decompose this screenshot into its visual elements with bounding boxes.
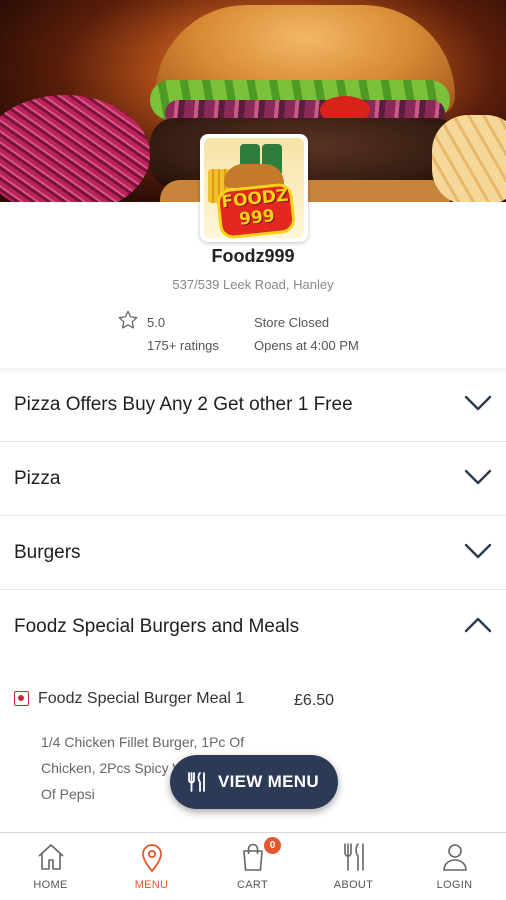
category-list: Pizza Offers Buy Any 2 Get other 1 Free … xyxy=(0,368,506,670)
nav-menu-label: MENU xyxy=(134,879,169,891)
category-label: Pizza xyxy=(14,468,61,489)
nav-home[interactable]: HOME xyxy=(0,833,101,900)
nav-cart-label: CART xyxy=(237,879,268,891)
nav-login-label: LOGIN xyxy=(436,879,473,891)
chevron-down-icon xyxy=(464,469,492,485)
cart-count-badge: 0 xyxy=(264,837,281,854)
non-veg-marker-icon xyxy=(14,691,29,706)
nav-home-label: HOME xyxy=(33,879,68,891)
nav-about-label: ABOUT xyxy=(333,879,374,891)
category-foodz-special[interactable]: Foodz Special Burgers and Meals xyxy=(0,590,506,670)
chevron-down-icon xyxy=(464,543,492,559)
store-status: Store Closed xyxy=(254,315,330,330)
chevron-up-icon xyxy=(464,617,492,633)
category-label: Burgers xyxy=(14,542,81,563)
chevron-down-icon xyxy=(464,395,492,411)
category-burgers[interactable]: Burgers xyxy=(0,516,506,590)
menu-item-price: £6.50 xyxy=(294,692,335,709)
cutlery-icon xyxy=(188,772,205,792)
location-pin-icon xyxy=(142,844,162,873)
category-label: Pizza Offers Buy Any 2 Get other 1 Free xyxy=(14,394,353,415)
category-pizza-offers[interactable]: Pizza Offers Buy Any 2 Get other 1 Free xyxy=(0,368,506,442)
nav-about[interactable]: ABOUT xyxy=(303,833,404,900)
rating-value: 5.0 xyxy=(147,315,166,330)
category-pizza[interactable]: Pizza xyxy=(0,442,506,516)
category-label: Foodz Special Burgers and Meals xyxy=(14,616,300,637)
view-menu-label: VIEW MENU xyxy=(218,772,319,791)
store-address: 537/539 Leek Road, Hanley xyxy=(172,277,334,292)
store-logo: FOODZ 999 xyxy=(200,134,308,242)
user-icon xyxy=(443,844,467,871)
store-opening-time: Opens at 4:00 PM xyxy=(254,338,359,353)
view-menu-button[interactable]: VIEW MENU xyxy=(170,755,338,809)
rating-count: 175+ ratings xyxy=(147,338,219,353)
home-icon xyxy=(38,844,64,870)
store-name: Foodz999 xyxy=(211,246,295,266)
menu-item-name[interactable]: Foodz Special Burger Meal 1 xyxy=(38,690,244,708)
bottom-navigation: HOME MENU 0 CART ABOUT LOGIN xyxy=(0,832,506,900)
star-icon xyxy=(118,310,138,329)
nav-menu[interactable]: MENU xyxy=(101,833,202,900)
cutlery-icon xyxy=(344,843,364,871)
nav-cart[interactable]: 0 CART xyxy=(202,833,303,900)
nav-login[interactable]: LOGIN xyxy=(404,833,505,900)
